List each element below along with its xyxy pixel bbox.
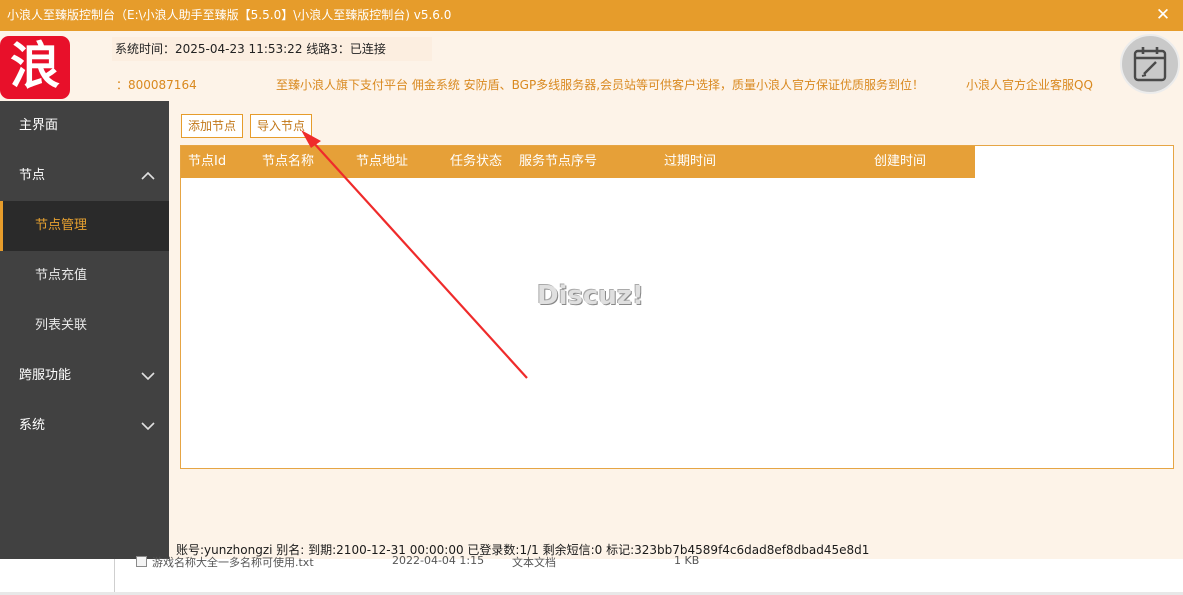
close-icon[interactable]: ✕ <box>1153 0 1173 31</box>
file-size: 1 KB <box>674 554 700 567</box>
background-window: 游戏名称大全一多名称可使用.txt 2022-04-04 1:15 文本文档 1… <box>0 554 1183 595</box>
sidebar-item-home[interactable]: 主界面 <box>0 101 169 151</box>
sidebar-item-node-recharge[interactable]: 节点充值 <box>0 251 169 301</box>
file-row: 游戏名称大全一多名称可使用.txt 2022-04-04 1:15 文本文档 1… <box>136 554 736 568</box>
column-header-node-id[interactable]: 节点Id <box>188 146 226 178</box>
sidebar-item-cross-server[interactable]: 跨服功能 <box>0 351 169 401</box>
sidebar-item-label: 列表关联 <box>35 318 88 333</box>
file-type: 文本文档 <box>512 556 556 568</box>
system-info: 系统时间：2025-04-23 11:53:22 线路3：已连接 <box>112 37 432 61</box>
notice-marquee: 至臻小浪人旗下支付平台 佣金系统 安防盾、BGP多线服务器,会员站等可供客户选择… <box>276 78 925 92</box>
sidebar-item-label: 主界面 <box>19 118 59 133</box>
column-header-create-time[interactable]: 创建时间 <box>874 146 926 178</box>
header: 浪 系统时间：2025-04-23 11:53:22 线路3：已连接 ：8000… <box>0 31 1183 101</box>
chevron-down-icon <box>141 351 157 401</box>
qq-number: ：800087164 <box>116 78 197 92</box>
sidebar-item-node-management[interactable]: 节点管理 <box>0 201 169 251</box>
main-content: 添加节点 导入节点 节点Id 节点名称 节点地址 任务状态 服务节点序号 过期时… <box>169 101 1183 559</box>
column-header-task-status[interactable]: 任务状态 <box>450 146 502 178</box>
chevron-up-icon <box>141 151 157 201</box>
file-name: 游戏名称大全一多名称可使用.txt <box>152 556 314 568</box>
sidebar-item-nodes[interactable]: 节点 <box>0 151 169 201</box>
window-title: 小浪人至臻版控制台（E:\小浪人助手至臻版【5.5.0】\小浪人至臻版控制台) … <box>7 8 452 22</box>
sidebar-item-label: 系统 <box>19 418 46 433</box>
column-header-node-name[interactable]: 节点名称 <box>262 146 314 178</box>
sidebar-item-label: 跨服功能 <box>19 368 72 383</box>
sidebar-item-system[interactable]: 系统 <box>0 401 169 451</box>
column-header-service-node-index[interactable]: 服务节点序号 <box>519 146 597 178</box>
service-qq-link[interactable]: 小浪人官方企业客服QQ <box>966 76 1093 93</box>
sidebar-item-list-association[interactable]: 列表关联 <box>0 301 169 351</box>
watermark: Discuz! <box>537 281 644 311</box>
title-bar: 小浪人至臻版控制台（E:\小浪人助手至臻版【5.5.0】\小浪人至臻版控制台) … <box>0 0 1183 31</box>
app-window: 小浪人至臻版控制台（E:\小浪人助手至臻版【5.5.0】\小浪人至臻版控制台) … <box>0 0 1183 559</box>
sidebar: 主界面 节点 节点管理 节点充值 列表关联 跨服功能 系统 <box>0 101 169 559</box>
sidebar-item-label: 节点 <box>19 168 46 183</box>
column-header-expire-time[interactable]: 过期时间 <box>664 146 716 178</box>
node-table: 节点Id 节点名称 节点地址 任务状态 服务节点序号 过期时间 创建时间 <box>180 145 1174 469</box>
add-node-button[interactable]: 添加节点 <box>181 114 244 138</box>
column-header-node-address[interactable]: 节点地址 <box>356 146 408 178</box>
table-header: 节点Id 节点名称 节点地址 任务状态 服务节点序号 过期时间 创建时间 <box>181 146 975 178</box>
file-date: 2022-04-04 1:15 <box>392 554 485 567</box>
sidebar-item-label: 节点管理 <box>35 218 88 233</box>
app-logo: 浪 <box>0 36 70 99</box>
sidebar-item-label: 节点充值 <box>35 268 88 283</box>
chevron-down-icon <box>141 401 157 451</box>
import-node-button[interactable]: 导入节点 <box>250 114 313 138</box>
text-file-icon <box>136 556 147 567</box>
divider <box>114 559 115 595</box>
calendar-edit-icon[interactable] <box>1120 34 1180 94</box>
